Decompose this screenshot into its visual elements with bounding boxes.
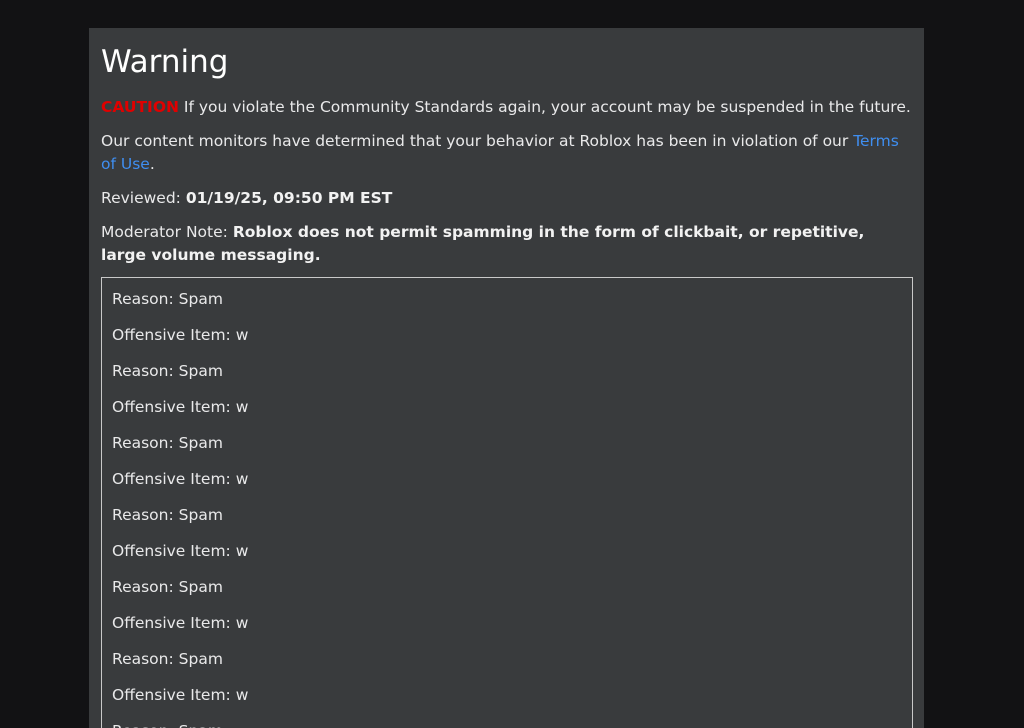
reviewed-label: Reviewed: [101, 189, 186, 207]
moderator-note-label: Moderator Note: [101, 223, 233, 241]
caution-message: CAUTION If you violate the Community Sta… [101, 96, 912, 119]
list-item: Reason: Spam [112, 290, 223, 308]
page-title: Warning [101, 44, 229, 80]
violation-text: Our content monitors have determined tha… [101, 132, 854, 150]
list-item: Reason: Spam [112, 434, 223, 452]
list-item: Reason: Spam [112, 720, 902, 728]
moderator-note: Moderator Note: Roblox does not permit s… [101, 221, 912, 267]
violation-message: Our content monitors have determined tha… [101, 130, 912, 176]
list-item: Offensive Item: w [112, 470, 249, 488]
list-item: Offensive Item: w [112, 398, 249, 416]
reviewed-info: Reviewed: 01/19/25, 09:50 PM EST [101, 187, 912, 210]
violation-text-end: . [149, 155, 155, 173]
list-item: Reason: Spam [112, 506, 223, 524]
reviewed-date: 01/19/25, 09:50 PM EST [185, 189, 393, 207]
caution-text: If you violate the Community Standards a… [178, 98, 911, 116]
list-item: Offensive Item: w [112, 326, 249, 344]
list-item: Reason: Spam [112, 650, 223, 668]
list-item: Offensive Item: w [112, 686, 249, 704]
warning-panel: Warning CAUTION If you violate the Commu… [89, 28, 924, 728]
list-item: Offensive Item: w [112, 542, 249, 560]
list-item: Reason: Spam [112, 362, 223, 380]
caution-label: CAUTION [101, 98, 179, 116]
list-item: Reason: Spam [112, 578, 223, 596]
list-item: Offensive Item: w [112, 614, 249, 632]
reasons-list: Reason: Spam Offensive Item: w Reason: S… [101, 277, 913, 728]
